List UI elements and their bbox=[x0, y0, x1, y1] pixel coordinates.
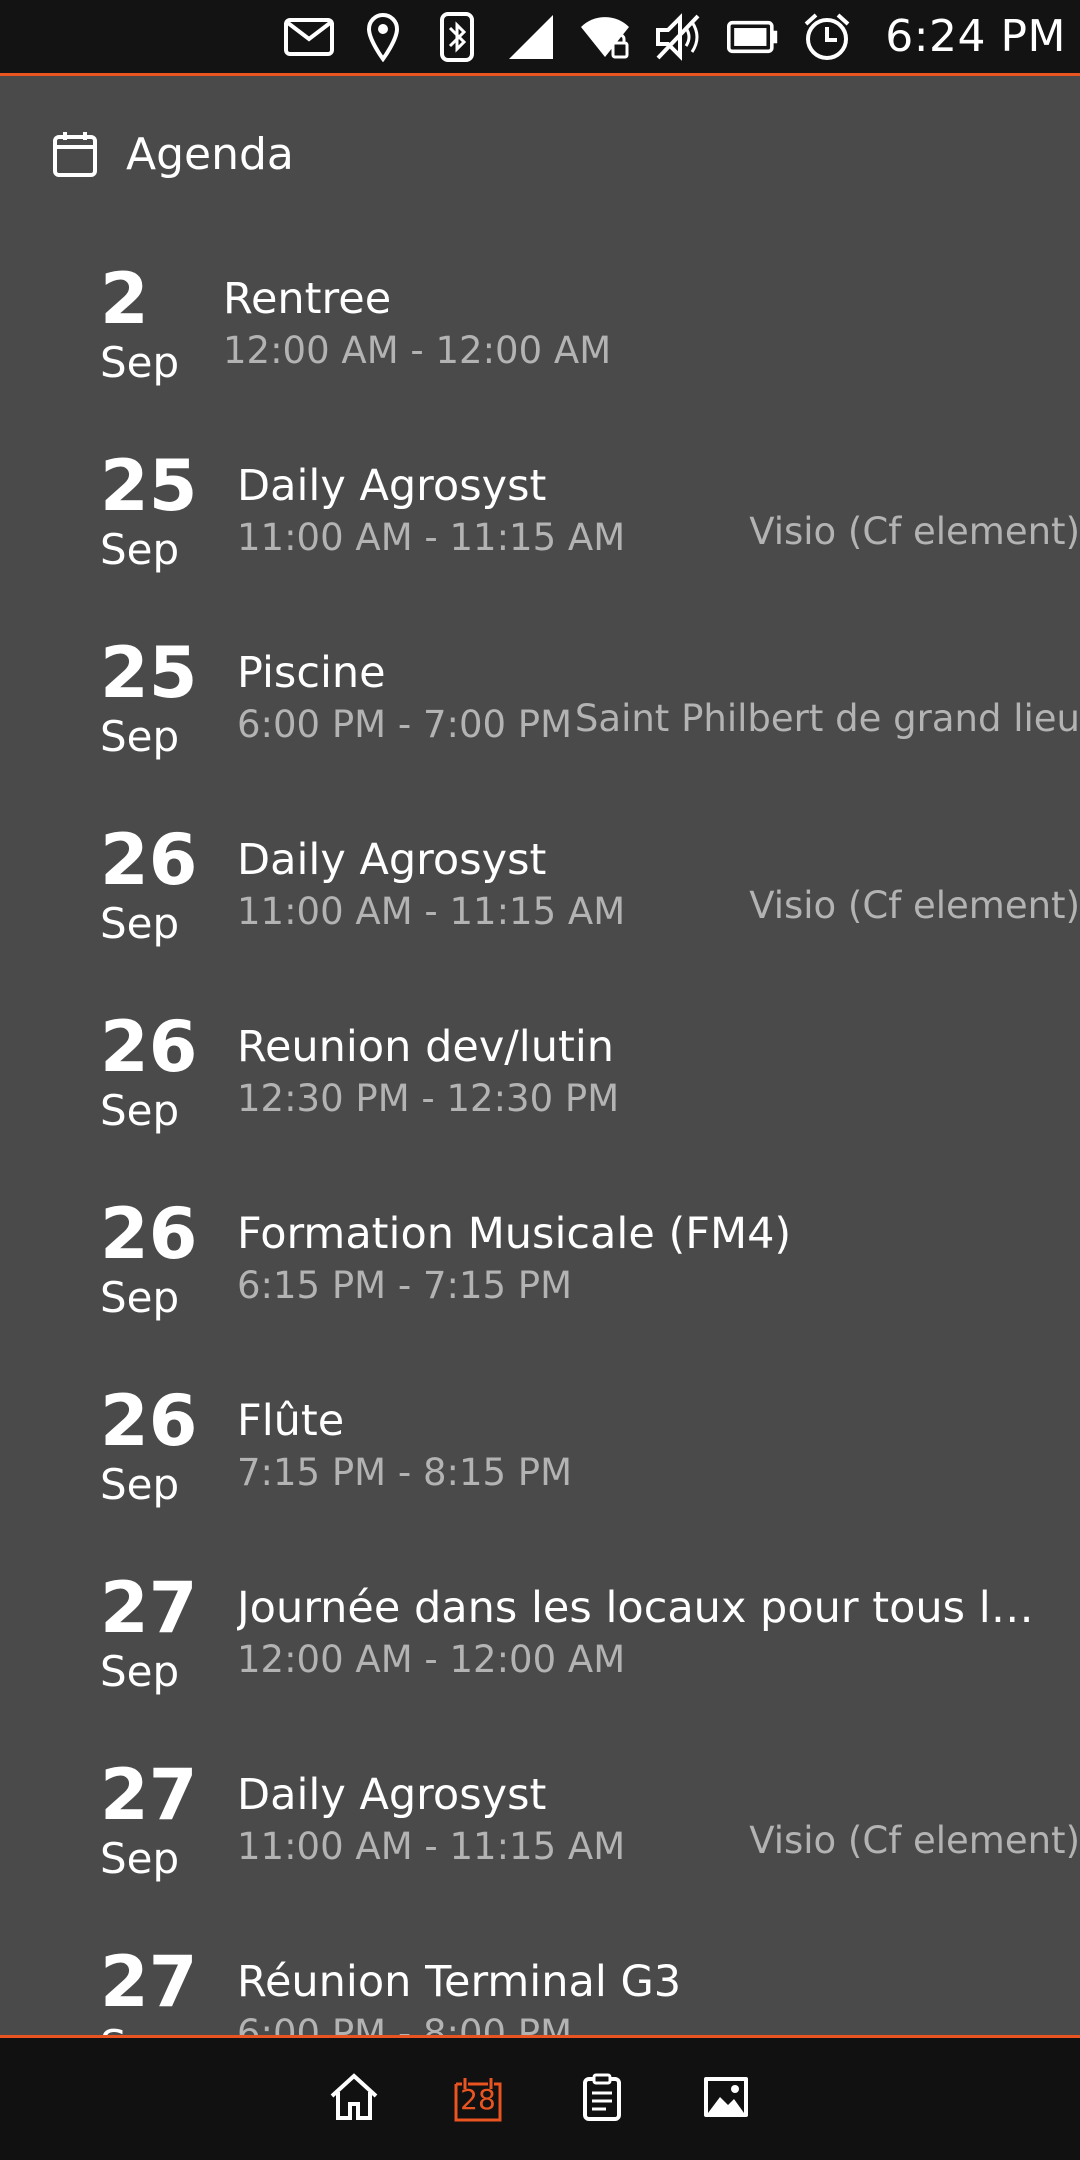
event-time: 12:00 AM - 12:00 AM bbox=[223, 329, 612, 372]
event-time: 7:15 PM - 8:15 PM bbox=[237, 1451, 573, 1494]
calendar-button[interactable]: 28 bbox=[416, 2049, 540, 2149]
event-location: Saint Philbert de grand lieu bbox=[574, 697, 1080, 740]
event-day: 2 bbox=[100, 258, 149, 340]
clipboard-icon bbox=[582, 2073, 622, 2125]
event-day: 26 bbox=[100, 1380, 198, 1462]
event-month: Sep bbox=[100, 1834, 180, 1883]
event-time: 12:30 PM - 12:30 PM bbox=[237, 1077, 620, 1120]
event-month: Sep bbox=[100, 712, 180, 761]
event-time: 11:00 AM - 11:15 AM bbox=[237, 1825, 626, 1868]
event-month: Sep bbox=[100, 1460, 180, 1509]
location-icon bbox=[357, 11, 409, 63]
agenda-item[interactable]: 27 Sep Daily Agrosyst 11:00 AM - 11:15 A… bbox=[0, 1725, 1080, 1912]
event-day: 25 bbox=[100, 632, 198, 714]
signal-icon bbox=[505, 11, 557, 63]
agenda-item[interactable]: 26 Sep Daily Agrosyst 11:00 AM - 11:15 A… bbox=[0, 790, 1080, 977]
event-month: Sep bbox=[100, 1647, 180, 1696]
event-day: 26 bbox=[100, 1193, 198, 1275]
mail-icon bbox=[283, 11, 335, 63]
calendar-icon bbox=[52, 130, 98, 178]
calendar-day-badge: 28 bbox=[460, 2082, 496, 2116]
event-title: Daily Agrosyst bbox=[237, 835, 547, 885]
agenda-item[interactable]: 27 Sep Réunion Terminal G3 6:00 PM - 8:0… bbox=[0, 1912, 1080, 2035]
page-header: Agenda bbox=[0, 79, 1080, 229]
event-title: Flûte bbox=[237, 1396, 345, 1446]
gallery-button[interactable] bbox=[664, 2049, 788, 2149]
event-month: Sep bbox=[100, 1273, 180, 1322]
event-title: Journée dans les locaux pour tous les l… bbox=[237, 1583, 1037, 1633]
agenda-item[interactable]: 25 Sep Daily Agrosyst 11:00 AM - 11:15 A… bbox=[0, 416, 1080, 603]
event-location: Visio (Cf element) bbox=[749, 884, 1080, 927]
bluetooth-icon bbox=[431, 11, 483, 63]
event-day: 26 bbox=[100, 1006, 198, 1088]
event-location: Visio (Cf element) bbox=[749, 510, 1080, 553]
event-time: 12:00 AM - 12:00 AM bbox=[237, 1638, 626, 1681]
event-day: 27 bbox=[100, 1941, 198, 2023]
agenda-item[interactable]: 26 Sep Reunion dev/lutin 12:30 PM - 12:3… bbox=[0, 977, 1080, 1164]
event-day: 26 bbox=[100, 819, 198, 901]
agenda-item[interactable]: 25 Sep Piscine 6:00 PM - 7:00 PM Saint P… bbox=[0, 603, 1080, 790]
event-day: 25 bbox=[100, 445, 198, 527]
event-title: Formation Musicale (FM4) bbox=[237, 1209, 792, 1259]
event-month: Sep bbox=[100, 899, 180, 948]
home-icon bbox=[328, 2072, 380, 2126]
bottom-nav: 28 bbox=[0, 2035, 1080, 2160]
event-day: 27 bbox=[100, 1567, 198, 1649]
calendar-icon: 28 bbox=[454, 2076, 502, 2122]
agenda-list[interactable]: 2 Sep Rentree 12:00 AM - 12:00 AM 25 Sep… bbox=[0, 229, 1080, 2035]
home-button[interactable] bbox=[292, 2049, 416, 2149]
event-time: 11:00 AM - 11:15 AM bbox=[237, 516, 626, 559]
page-title: Agenda bbox=[126, 128, 294, 180]
muted-volume-icon bbox=[653, 11, 705, 63]
agenda-item[interactable]: 27 Sep Journée dans les locaux pour tous… bbox=[0, 1538, 1080, 1725]
alarm-icon bbox=[801, 11, 853, 63]
status-bar: 6:24 PM bbox=[0, 0, 1080, 76]
event-title: Rentree bbox=[223, 274, 392, 324]
event-time: 11:00 AM - 11:15 AM bbox=[237, 890, 626, 933]
event-time: 6:00 PM - 8:00 PM bbox=[237, 2012, 573, 2035]
wifi-icon bbox=[579, 11, 631, 63]
battery-icon bbox=[727, 11, 779, 63]
event-month: Sep bbox=[100, 338, 180, 387]
event-title: Réunion Terminal G3 bbox=[237, 1957, 682, 2007]
event-title: Daily Agrosyst bbox=[237, 1770, 547, 1820]
event-month: Sep bbox=[100, 2022, 179, 2036]
event-title: Piscine bbox=[237, 648, 386, 698]
status-time: 6:24 PM bbox=[885, 11, 1066, 62]
clipboard-button[interactable] bbox=[540, 2049, 664, 2149]
gallery-icon bbox=[702, 2075, 750, 2123]
event-title: Reunion dev/lutin bbox=[237, 1022, 615, 1072]
event-time: 6:00 PM - 7:00 PM bbox=[237, 703, 573, 746]
agenda-item[interactable]: 2 Sep Rentree 12:00 AM - 12:00 AM bbox=[0, 229, 1080, 416]
event-day: 27 bbox=[100, 1754, 198, 1836]
event-title: Daily Agrosyst bbox=[237, 461, 547, 511]
agenda-item[interactable]: 26 Sep Flûte 7:15 PM - 8:15 PM bbox=[0, 1351, 1080, 1538]
agenda-item[interactable]: 26 Sep Formation Musicale (FM4) 6:15 PM … bbox=[0, 1164, 1080, 1351]
event-month: Sep bbox=[100, 1086, 180, 1135]
event-month: Sep bbox=[100, 525, 180, 574]
event-time: 6:15 PM - 7:15 PM bbox=[237, 1264, 573, 1307]
event-location: Visio (Cf element) bbox=[749, 1819, 1080, 1862]
